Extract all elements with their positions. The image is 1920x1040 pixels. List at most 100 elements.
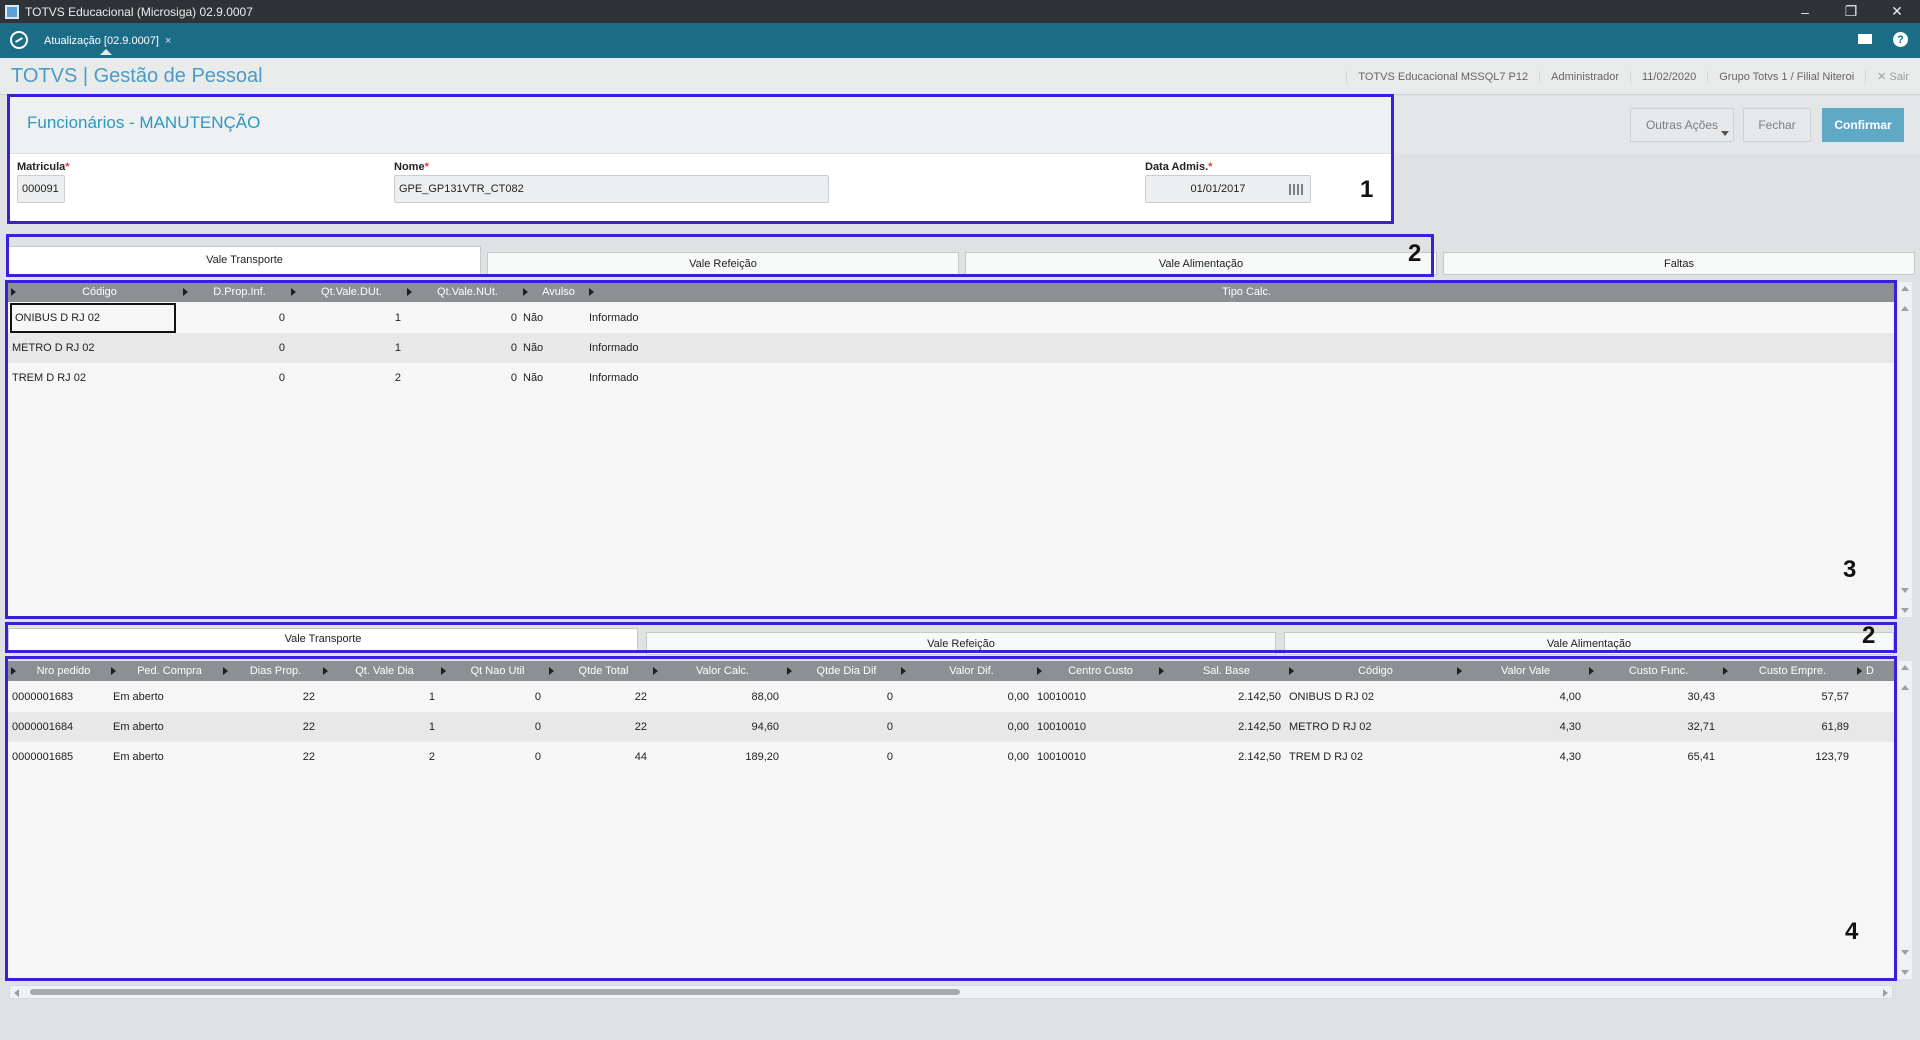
tab-atualizacao[interactable]: Atualização [02.9.0007] × <box>38 27 178 55</box>
cell[interactable]: 2.142,50 <box>1155 682 1281 712</box>
restore-icon[interactable]: ❐ <box>1828 0 1874 23</box>
cell[interactable]: 0 <box>783 682 893 712</box>
table-row[interactable]: 0000001684 Em aberto 22 1 0 22 94,60 0 0,00 10010… <box>7 712 1895 742</box>
cell[interactable]: 22 <box>545 682 647 712</box>
confirmar-button[interactable]: Confirmar <box>1822 108 1904 142</box>
tab-faltas[interactable]: Faltas <box>1443 252 1915 275</box>
column-header[interactable]: Sal. Base <box>1155 661 1285 681</box>
cell[interactable]: Informado <box>589 363 889 393</box>
column-header[interactable]: Centro Custo <box>1033 661 1155 681</box>
calendar-icon[interactable] <box>1289 184 1303 195</box>
tab-vale-transporte[interactable]: Vale Transporte <box>8 246 481 274</box>
column-header[interactable]: Ped. Compra <box>107 661 219 681</box>
cell[interactable]: Não <box>523 333 583 363</box>
cell[interactable]: 10010010 <box>1037 682 1153 712</box>
column-header[interactable]: D <box>1853 661 1895 681</box>
cell[interactable]: 0 <box>783 742 893 772</box>
column-header[interactable]: D.Prop.Inf. <box>179 282 287 302</box>
cell[interactable]: 1 <box>287 303 401 333</box>
cell[interactable]: 65,41 <box>1585 742 1715 772</box>
exit-button[interactable]: ✕ Sair <box>1865 70 1920 83</box>
cell[interactable]: 0 <box>179 303 285 333</box>
cell[interactable]: Não <box>523 363 583 393</box>
cell[interactable]: METRO D RJ 02 <box>12 333 176 363</box>
close-window-icon[interactable]: ✕ <box>1874 0 1920 23</box>
tab-vale-alimentacao[interactable]: Vale Alimentação <box>965 252 1437 275</box>
cell[interactable]: 0 <box>179 333 285 363</box>
cell[interactable]: 1 <box>319 712 435 742</box>
cell[interactable]: 4,30 <box>1453 712 1581 742</box>
cell[interactable]: ONIBUS D RJ 02 <box>1289 682 1449 712</box>
cell[interactable]: TREM D RJ 02 <box>12 363 176 393</box>
cell[interactable]: ONIBUS D RJ 02 <box>10 303 176 333</box>
cell[interactable]: 10010010 <box>1037 742 1153 772</box>
cell[interactable]: 0 <box>437 712 541 742</box>
cell[interactable]: 189,20 <box>649 742 779 772</box>
tab-vale-transporte-bottom[interactable]: Vale Transporte <box>8 628 638 650</box>
cell[interactable]: Em aberto <box>113 682 215 712</box>
cell[interactable]: 0000001685 <box>12 742 104 772</box>
column-header[interactable]: Qt Nao Util <box>437 661 545 681</box>
matricula-field[interactable]: 000091 <box>17 175 65 203</box>
column-header[interactable]: Qtde Total <box>545 661 649 681</box>
cell[interactable]: Em aberto <box>113 712 215 742</box>
cell[interactable]: 2.142,50 <box>1155 712 1281 742</box>
help-icon[interactable]: ? <box>1893 32 1908 47</box>
column-header[interactable]: Código <box>1285 661 1453 681</box>
cell[interactable]: 22 <box>219 742 315 772</box>
cell[interactable]: Informado <box>589 303 889 333</box>
cell[interactable]: 1 <box>287 333 401 363</box>
mail-icon[interactable] <box>1858 34 1872 44</box>
cell[interactable]: 94,60 <box>649 712 779 742</box>
data-admis-field[interactable]: 01/01/2017 <box>1145 175 1311 203</box>
cell[interactable]: 4,00 <box>1453 682 1581 712</box>
column-header[interactable]: Qt.Vale.DUt. <box>287 282 403 302</box>
column-header[interactable]: Qtde Dia Dif <box>783 661 897 681</box>
column-header[interactable]: Dias Prop. <box>219 661 319 681</box>
cell[interactable]: 22 <box>219 682 315 712</box>
tab-vale-refeicao[interactable]: Vale Refeição <box>487 252 959 275</box>
cell[interactable]: 57,57 <box>1719 682 1849 712</box>
cell[interactable]: 0 <box>437 742 541 772</box>
table-row[interactable]: ONIBUS D RJ 02 0 1 0 Não Informado <box>7 303 1895 333</box>
cell[interactable]: 0,00 <box>897 742 1029 772</box>
cell[interactable]: Em aberto <box>113 742 215 772</box>
cell[interactable]: TREM D RJ 02 <box>1289 742 1449 772</box>
nome-field[interactable]: GPE_GP131VTR_CT082 <box>394 175 829 203</box>
cell[interactable]: Não <box>523 303 583 333</box>
scroll-thumb[interactable] <box>30 989 960 995</box>
column-header[interactable]: Qt. Vale Dia <box>319 661 437 681</box>
column-header[interactable]: Custo Func. <box>1585 661 1719 681</box>
cell[interactable]: 0 <box>437 682 541 712</box>
cell[interactable]: 4,30 <box>1453 742 1581 772</box>
cell[interactable]: 0000001683 <box>12 682 104 712</box>
outras-acoes-button[interactable]: Outras Ações <box>1630 108 1734 142</box>
cell[interactable]: 123,79 <box>1719 742 1849 772</box>
cell[interactable]: 22 <box>545 712 647 742</box>
cell[interactable]: 88,00 <box>649 682 779 712</box>
cell[interactable]: Informado <box>589 333 889 363</box>
column-header[interactable]: Valor Dif. <box>897 661 1033 681</box>
column-header[interactable]: Avulso <box>519 282 585 302</box>
cell[interactable]: 10010010 <box>1037 712 1153 742</box>
cell[interactable]: 0 <box>403 333 517 363</box>
cell[interactable]: 22 <box>219 712 315 742</box>
column-header[interactable]: Código <box>7 282 179 302</box>
grid2-horizontal-scrollbar[interactable] <box>9 985 1893 999</box>
table-row[interactable]: 0000001683 Em aberto 22 1 0 22 88,00 0 0,00 10010… <box>7 682 1895 712</box>
cell[interactable]: 2.142,50 <box>1155 742 1281 772</box>
column-header[interactable]: Nro pedido <box>7 661 107 681</box>
scroll-left-icon[interactable] <box>14 989 19 997</box>
grid1-scrollbar[interactable] <box>1898 282 1912 617</box>
cell[interactable]: 2 <box>319 742 435 772</box>
home-icon[interactable] <box>10 31 28 49</box>
cell[interactable]: 0 <box>783 712 893 742</box>
cell[interactable]: 44 <box>545 742 647 772</box>
column-header[interactable]: Qt.Vale.NUt. <box>403 282 519 302</box>
cell[interactable]: METRO D RJ 02 <box>1289 712 1449 742</box>
cell[interactable]: 0 <box>403 303 517 333</box>
branch-label[interactable]: Grupo Totvs 1 / Filial Niteroi <box>1707 70 1865 83</box>
cell[interactable]: 2 <box>287 363 401 393</box>
cell[interactable]: 0,00 <box>897 682 1029 712</box>
scroll-right-icon[interactable] <box>1883 989 1888 997</box>
